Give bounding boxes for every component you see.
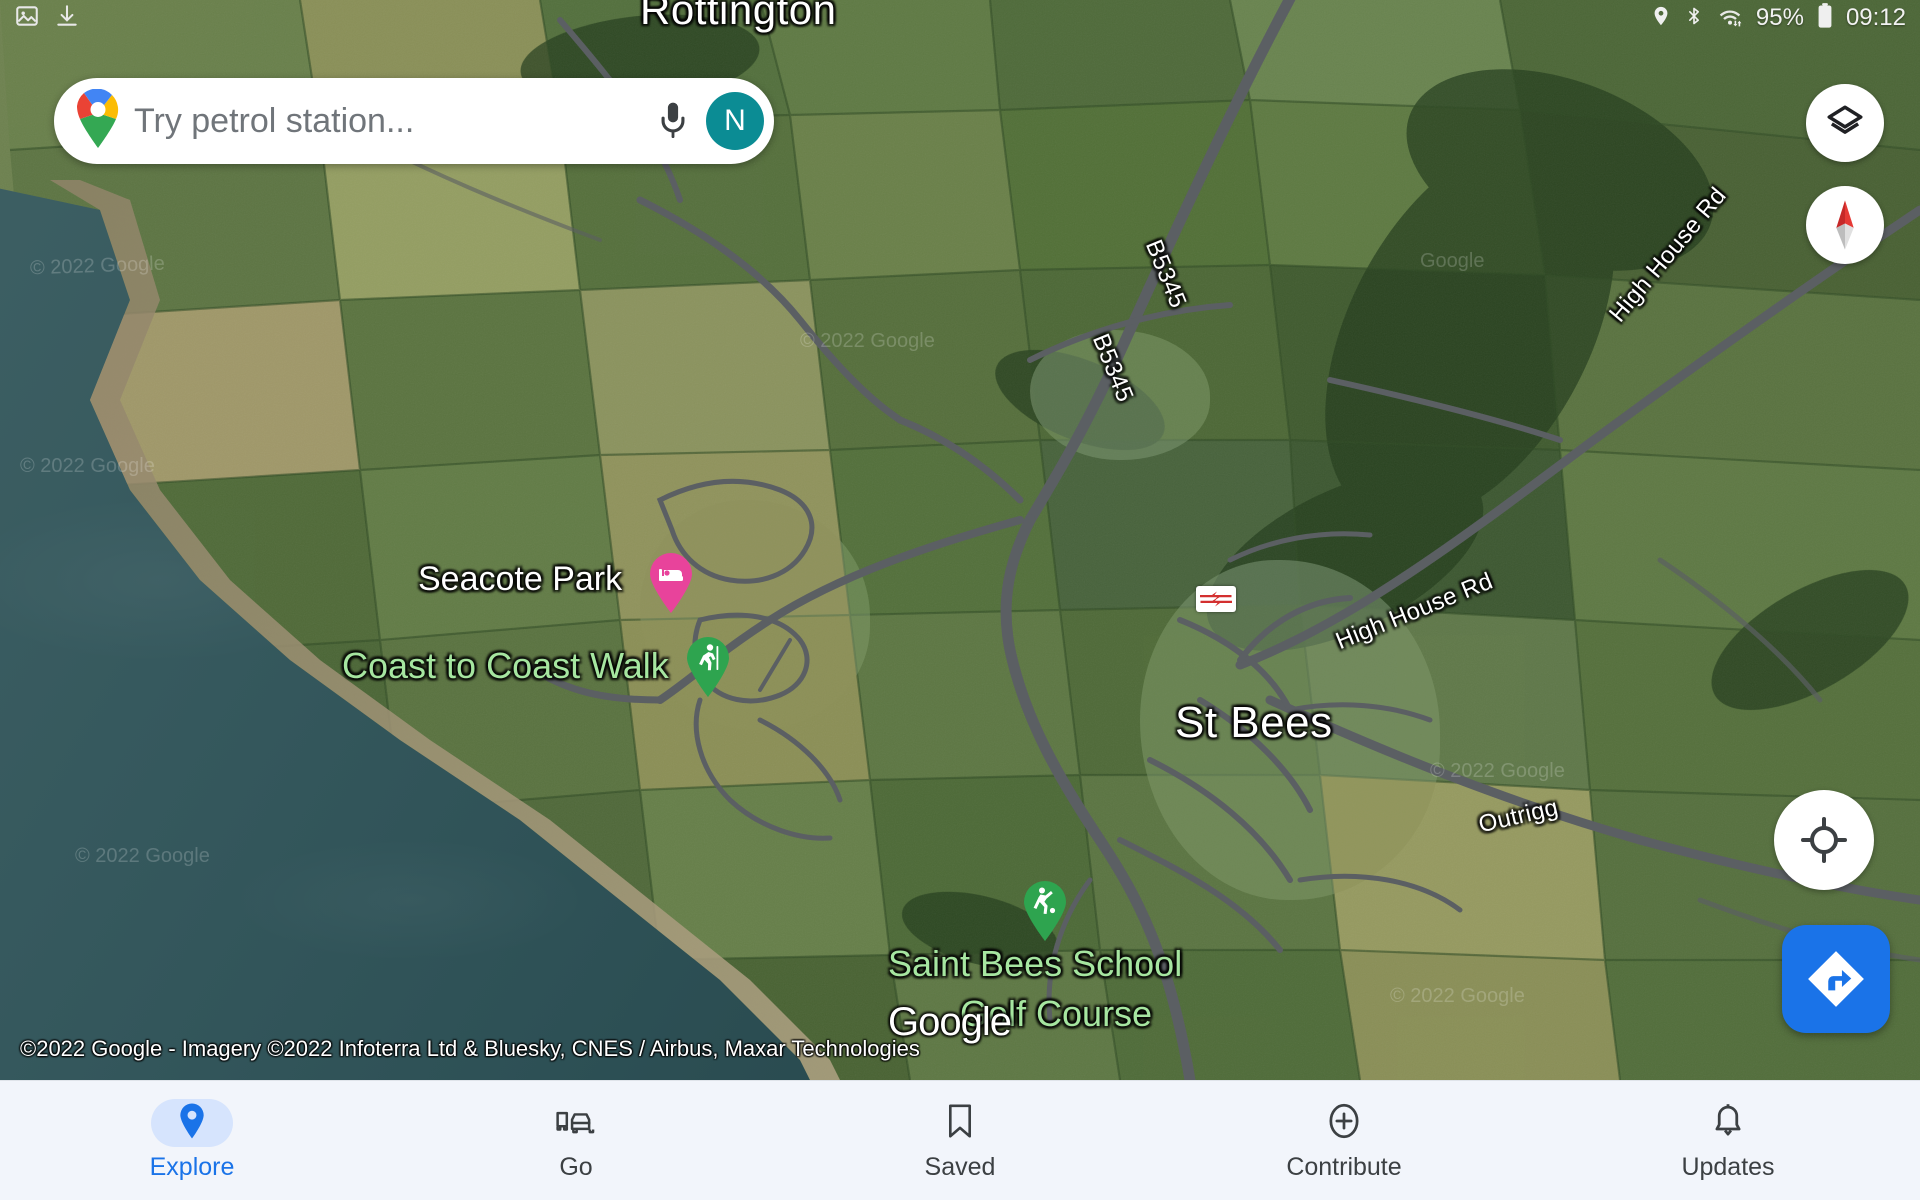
- builtup-area-seacote: [640, 500, 870, 730]
- bell-icon: [1713, 1102, 1743, 1145]
- nav-item-contribute[interactable]: Contribute: [1152, 1081, 1536, 1200]
- compass-button[interactable]: [1806, 186, 1884, 264]
- nav-label-contribute: Contribute: [1286, 1153, 1402, 1181]
- map-label-saint-bees-school[interactable]: Saint Bees School: [888, 943, 1182, 985]
- nav-icon-wrap-contribute: [1303, 1099, 1385, 1147]
- avatar-initial: N: [724, 104, 746, 137]
- nav-label-updates: Updates: [1681, 1153, 1775, 1181]
- avatar[interactable]: N: [706, 92, 764, 150]
- nav-label-saved: Saved: [924, 1153, 996, 1181]
- map-marker-saint-bees-school-golf-course[interactable]: [1022, 880, 1068, 942]
- nav-icon-wrap-go: [535, 1099, 617, 1147]
- my-location-button[interactable]: [1774, 790, 1874, 890]
- google-maps-pin-logo: [76, 88, 120, 154]
- search-input[interactable]: [120, 101, 646, 141]
- national-rail-icon: [1200, 591, 1232, 607]
- map-label-rottington[interactable]: Rottington: [640, 0, 836, 34]
- map-pin-icon: [178, 1102, 206, 1145]
- commute-icon: [555, 1105, 597, 1142]
- bottom-navigation-bar: Explore Go Saved Contribute Updates: [0, 1080, 1920, 1200]
- search-bar[interactable]: N: [54, 78, 774, 164]
- nav-icon-wrap-updates: [1687, 1099, 1769, 1147]
- directions-button[interactable]: [1782, 925, 1890, 1033]
- nav-item-updates[interactable]: Updates: [1536, 1081, 1920, 1200]
- map-label-coast-to-coast-walk[interactable]: Coast to Coast Walk: [342, 645, 669, 687]
- nav-label-go: Go: [559, 1153, 593, 1181]
- map-marker-national-rail-station[interactable]: [1196, 586, 1236, 612]
- map-label-seacote-park[interactable]: Seacote Park: [418, 560, 622, 599]
- nav-item-saved[interactable]: Saved: [768, 1081, 1152, 1200]
- nav-icon-wrap-saved: [919, 1099, 1001, 1147]
- nav-item-explore[interactable]: Explore: [0, 1081, 384, 1200]
- map-attribution: ©2022 Google - Imagery ©2022 Infoterra L…: [20, 1036, 920, 1061]
- plus-circle-icon: [1326, 1101, 1362, 1146]
- nav-item-go[interactable]: Go: [384, 1081, 768, 1200]
- microphone-icon[interactable]: [646, 94, 700, 148]
- nav-label-explore: Explore: [149, 1153, 235, 1181]
- map-label-st-bees[interactable]: St Bees: [1175, 698, 1333, 748]
- bookmark-icon: [945, 1103, 975, 1144]
- map-marker-seacote-park[interactable]: [648, 552, 694, 614]
- nav-icon-wrap-explore: [151, 1099, 233, 1147]
- layers-button[interactable]: [1806, 84, 1884, 162]
- maps-app-screen: © 2022 Google © 2022 Google © 2022 Googl…: [0, 0, 1920, 1200]
- map-marker-coast-to-coast-walk[interactable]: [685, 636, 731, 698]
